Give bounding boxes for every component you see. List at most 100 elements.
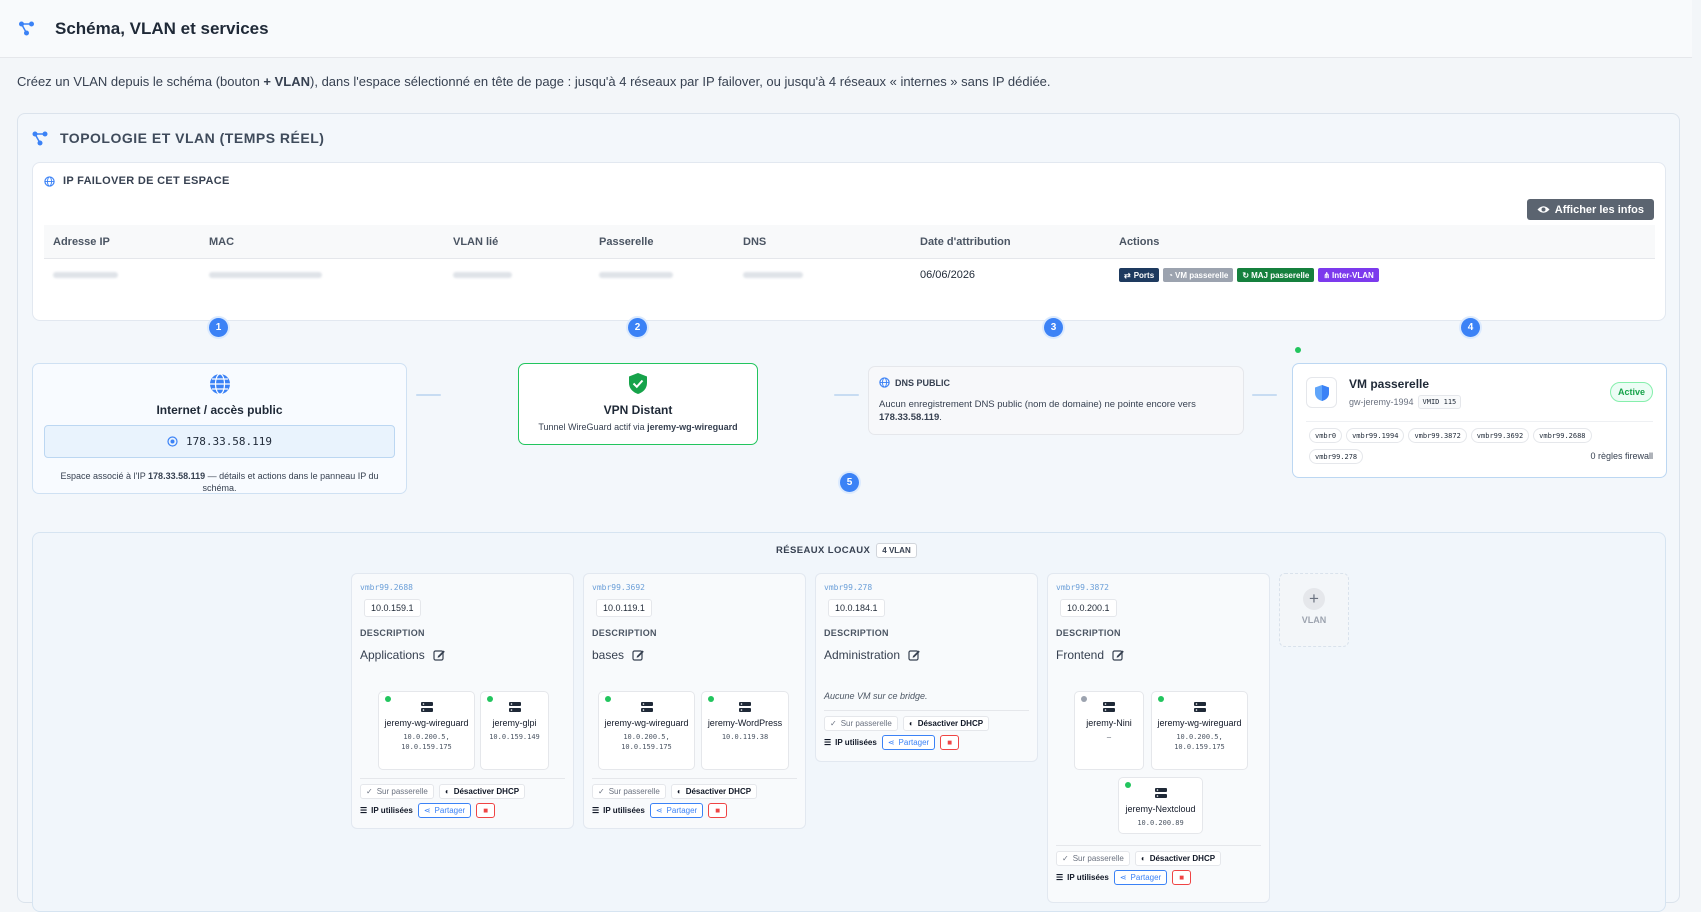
vm-ip: 10.0.200.5, 10.0.159.175 (1174, 733, 1225, 751)
dns-title: DNS PUBLIC (895, 377, 951, 388)
edit-icon[interactable] (1112, 649, 1125, 661)
share-button[interactable]: ⋖ Partager (1113, 870, 1168, 885)
local-networks: RÉSEAUX LOCAUX 4 VLAN vmbr99.2688 10.0.1… (32, 532, 1666, 912)
vlan-count-badge: 4 VLAN (876, 543, 917, 558)
check-icon: ✓ (366, 787, 373, 796)
edit-icon[interactable] (632, 649, 645, 661)
on-gateway-toggle[interactable]: ✓ Sur passerelle (592, 784, 666, 799)
vpn-title: VPN Distant (603, 403, 673, 417)
inter-vlan-button[interactable]: ⋔ Inter-VLAN (1318, 268, 1379, 282)
dhcp-label: Désactiver DHCP (453, 787, 520, 796)
vlan-gateway-ip: 10.0.119.1 (596, 599, 652, 617)
used-ips-button[interactable]: ☰ IP utilisées (824, 735, 877, 750)
vm-card[interactable]: jeremy-Nextcloud 10.0.200.89 (1118, 777, 1203, 834)
vm-gateway-button[interactable]: ◔ VM passerelle (1163, 268, 1234, 282)
description-text: bases (592, 648, 625, 662)
share-button[interactable]: ⋖ Partager (417, 803, 472, 818)
bridge-chip: vmbr99.3872 (1408, 428, 1467, 443)
add-vlan-button[interactable]: + VLAN (1279, 573, 1349, 647)
step-badge-4: 4 (1461, 318, 1480, 337)
vm-ip: 10.0.200.5, 10.0.159.175 (621, 733, 672, 751)
intro-bold: + VLAN (263, 74, 311, 89)
delete-button[interactable]: ■ (476, 803, 496, 818)
used-ips-button[interactable]: ☰ IP utilisées (360, 803, 413, 818)
description-text: Administration (824, 648, 901, 662)
divider (824, 710, 1029, 711)
bridge-chip: vmbr99.1994 (1346, 428, 1405, 443)
blurred-dns (743, 272, 803, 278)
internet-note-post: — détails et actions dans le panneau IP … (202, 471, 379, 493)
vm-card[interactable]: jeremy-Nini – (1074, 691, 1144, 770)
vm-status-dot (708, 696, 714, 702)
vlan-card: vmbr99.3692 10.0.119.1 DESCRIPTION bases… (583, 573, 806, 829)
col-vlan: VLAN lié (453, 235, 499, 248)
list-icon: ☰ (1056, 873, 1064, 882)
blurred-vlan (453, 272, 512, 278)
public-ip: 178.33.58.119 (185, 435, 273, 448)
vm-card[interactable]: jeremy-wg-wireguard 10.0.200.5, 10.0.159… (598, 691, 695, 770)
used-ips-label: IP utilisées (1067, 873, 1109, 882)
share-button[interactable]: ⋖ Partager (881, 735, 936, 750)
swap-icon: ⇄ (1124, 270, 1131, 280)
vm-name: jeremy-glpi (492, 718, 537, 728)
plus-icon: + (1303, 588, 1325, 610)
firewall-rules: 0 règles firewall (1590, 451, 1653, 461)
used-ips-button[interactable]: ☰ IP utilisées (1056, 870, 1109, 885)
share-icon: ⋖ (1119, 873, 1127, 882)
table-header: Adresse IP MAC VLAN lié Passerelle DNS D… (44, 225, 1655, 259)
vm-name: jeremy-wg-wireguard (604, 718, 689, 728)
inter-vlan-label: Inter-VLAN (1332, 270, 1374, 280)
vm-card[interactable]: jeremy-wg-wireguard 10.0.200.5, 10.0.159… (1151, 691, 1248, 770)
vm-status-dot (487, 696, 493, 702)
edit-icon[interactable] (433, 649, 445, 661)
internet-note-pre: Espace associé à l'IP (60, 471, 149, 481)
used-ips-button[interactable]: ☰ IP utilisées (592, 803, 645, 818)
share-button[interactable]: ⋖ Partager (649, 803, 704, 818)
dhcp-toggle[interactable]: ◐ Désactiver DHCP (670, 784, 758, 799)
vm-status-dot (385, 696, 391, 702)
edit-icon[interactable] (908, 649, 921, 661)
step-badge-3: 3 (1044, 318, 1063, 337)
update-gateway-button[interactable]: ↻ MAJ passerelle (1237, 268, 1315, 282)
vm-card[interactable]: jeremy-wg-wireguard 10.0.200.5, 10.0.159… (378, 691, 475, 770)
vm-card[interactable]: jeremy-WordPress 10.0.119.38 (701, 691, 789, 770)
globe-icon (210, 373, 230, 395)
used-ips-label: IP utilisées (371, 806, 413, 815)
internet-note-ip: 178.33.58.119 (148, 471, 206, 481)
on-gateway-toggle[interactable]: ✓ Sur passerelle (824, 716, 898, 731)
local-networks-header: RÉSEAUX LOCAUX 4 VLAN (776, 543, 917, 558)
trash-icon: ■ (1179, 873, 1185, 882)
gateway-status-badge: Active (1609, 382, 1653, 402)
vm-card[interactable]: jeremy-glpi 10.0.159.149 (480, 691, 549, 770)
dhcp-label: Désactiver DHCP (685, 787, 752, 796)
delete-button[interactable]: ■ (1172, 870, 1192, 885)
vlan-card: vmbr99.2688 10.0.159.1 DESCRIPTION Appli… (351, 573, 574, 829)
step-badge-5: 5 (840, 473, 859, 492)
vlan-controls: ✓ Sur passerelle ◐ Désactiver DHCP (592, 784, 758, 799)
delete-button[interactable]: ■ (708, 803, 728, 818)
dhcp-toggle[interactable]: ◐ Désactiver DHCP (902, 716, 990, 731)
vpn-desc-bold: jeremy-wg-wireguard (647, 422, 738, 432)
ports-button[interactable]: ⇄ Ports (1119, 268, 1160, 282)
delete-button[interactable]: ■ (940, 735, 960, 750)
on-gateway-label: Sur passerelle (840, 719, 892, 728)
on-gateway-toggle[interactable]: ✓ Sur passerelle (1056, 851, 1130, 866)
show-info-button[interactable]: Afficher les infos (1526, 199, 1654, 220)
trash-icon: ■ (947, 738, 953, 747)
intro-pre: Créez un VLAN depuis le schéma (bouton (17, 74, 264, 89)
share-label: Partager (666, 806, 698, 815)
used-ips-label: IP utilisées (603, 806, 645, 815)
on-gateway-toggle[interactable]: ✓ Sur passerelle (360, 784, 434, 799)
bridge-chip: vmbr99.3692 (1470, 428, 1530, 443)
list-icon: ☰ (360, 806, 368, 815)
panel-title: TOPOLOGIE ET VLAN (TEMPS RÉEL) (60, 130, 325, 146)
col-gateway: Passerelle (599, 235, 654, 248)
dhcp-toggle[interactable]: ◐ Désactiver DHCP (1134, 851, 1222, 866)
dhcp-toggle[interactable]: ◐ Désactiver DHCP (438, 784, 526, 799)
description-text: Applications (360, 648, 425, 662)
public-ip-box: 178.33.58.119 (44, 425, 395, 458)
vm-status-dot (1081, 696, 1087, 702)
ip-table: Adresse IP MAC VLAN lié Passerelle DNS D… (44, 225, 1655, 291)
check-icon: ✓ (598, 787, 605, 796)
vm-ip: – (1106, 733, 1112, 741)
